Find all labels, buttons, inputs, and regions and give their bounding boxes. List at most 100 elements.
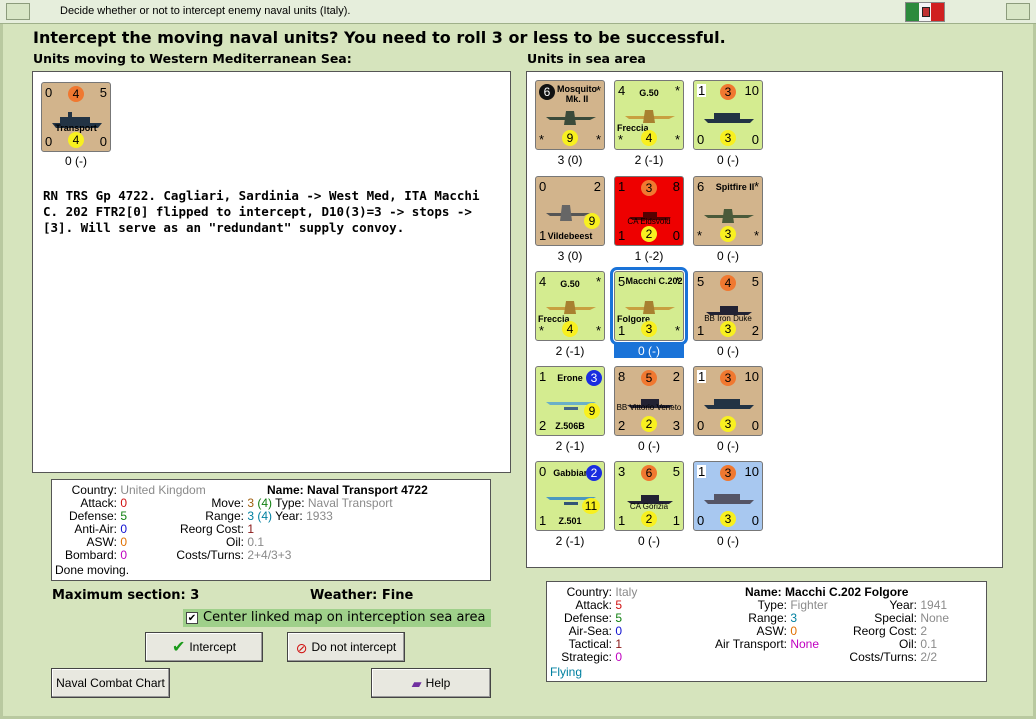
counter-tl: 1 — [697, 83, 707, 98]
counter-caption: 0 (-) — [717, 439, 739, 453]
counter-tl: 1 — [697, 369, 707, 384]
counter-br: * — [674, 132, 680, 147]
minimize-button[interactable] — [1006, 3, 1030, 20]
unit-counter-vildebeest[interactable]: 0 2 9 1 Vildebeest — [535, 176, 605, 246]
info-range-paren: (4) — [257, 509, 273, 523]
unit-counter-mosquito[interactable]: 6 Mosquito Mk. II * * 9 * — [535, 80, 605, 150]
counter-caption: 3 (0) — [557, 249, 583, 263]
info-label: Air Transport: — [714, 637, 787, 651]
center-map-checkbox[interactable]: ✔ — [186, 612, 198, 624]
help-button-label: Help — [425, 676, 451, 690]
info-attack: 5 — [615, 598, 623, 612]
counter-caption-selected: 0 (-) — [614, 344, 684, 358]
info-country: United Kingdom — [120, 483, 206, 497]
info-unit-name: Macchi C.202 Folgore — [785, 585, 909, 599]
counter-br: * — [595, 132, 601, 147]
counter-tl: 1 — [697, 464, 707, 479]
info-oil: 0.1 — [920, 637, 938, 651]
unit-counter-iron-duke[interactable]: 5 4 5 BB Iron Duke 1 3 2 — [693, 271, 763, 341]
counter-top-value: 3 — [720, 84, 736, 100]
transport-counter[interactable]: 0 4 5 Transport 0 4 0 — [41, 82, 111, 152]
info-type: Fighter — [790, 598, 828, 612]
unit-counter-convoy-2[interactable]: 1 3 10 0 3 0 — [693, 366, 763, 436]
unit-counter-g50-2[interactable]: 4 G.50 * Freccia * 4 * — [535, 271, 605, 341]
counter-caption: 2 (-1) — [555, 439, 585, 453]
counter-tr: * — [674, 83, 680, 98]
counter-bottom-value: 9 — [562, 130, 578, 146]
info-label: Type: — [275, 496, 305, 510]
italy-flag-icon — [905, 2, 945, 22]
counter-br: 0 — [672, 228, 680, 243]
counter-bl: 0 — [697, 132, 705, 147]
info-year: 1941 — [920, 598, 948, 612]
info-range: 3 — [790, 611, 798, 625]
center-map-option[interactable]: ✔ Center linked map on interception sea … — [183, 609, 491, 627]
counter-bl: 1 — [697, 323, 705, 338]
counter-bl: 0 — [697, 513, 705, 528]
counter-br: 0 — [751, 418, 759, 433]
counter-mid-value: 9 — [584, 403, 600, 419]
counter-bl: * — [539, 132, 545, 147]
help-button[interactable]: ▰ Help — [371, 668, 491, 698]
checkmark-icon: ✔ — [171, 638, 186, 656]
info-attack: 0 — [120, 496, 128, 510]
counter-bottom-value: 4 — [641, 130, 657, 146]
info-year: 1933 — [306, 509, 333, 523]
counter-bottom-value: 3 — [720, 511, 736, 527]
counter-tr: * — [595, 83, 601, 98]
counter-mid-value: 9 — [584, 213, 600, 229]
counter-tr: 2 — [672, 369, 680, 384]
counter-caption: 0 (-) — [638, 439, 660, 453]
unit-counter-convoy-3[interactable]: 1 3 10 0 3 0 — [693, 461, 763, 531]
info-antiair: 0 — [120, 522, 128, 536]
page-title: Intercept the moving naval units? You ne… — [33, 28, 726, 47]
counter-caption: 2 (-1) — [555, 534, 585, 548]
info-defense: 5 — [615, 611, 623, 625]
info-asw: 0 — [790, 624, 798, 638]
counter-bl: 0 — [697, 418, 705, 433]
counter-bottom-value: 2 — [641, 511, 657, 527]
info-status: Flying — [550, 665, 583, 679]
counter-unit-name: Vildebeest — [547, 231, 593, 241]
info-bombard: 0 — [120, 548, 128, 562]
do-not-intercept-button-label: Do not intercept — [311, 640, 397, 654]
info-type: Naval Transport — [307, 496, 393, 510]
counter-bottom-value: 2 — [641, 416, 657, 432]
counter-tr: 10 — [744, 464, 759, 479]
counter-unit-subname: Z.506B — [555, 421, 585, 431]
counter-top-value: 3 — [720, 370, 736, 386]
counter-top-value: 6 — [641, 465, 657, 481]
counter-top-value: 4 — [68, 86, 84, 102]
unit-counter-gorizia[interactable]: 3 6 5 CA Gorizia 1 2 1 — [614, 461, 684, 531]
do-not-intercept-button[interactable]: ⊘ Do not intercept — [287, 632, 405, 662]
unit-counter-convoy-1[interactable]: 1 3 10 0 3 0 — [693, 80, 763, 150]
unit-counter-gabbiano[interactable]: 0 Gabbiano 2 11 1 Z.501 — [535, 461, 605, 531]
counter-caption: 0 (-) — [65, 154, 87, 168]
unit-counter-eidsvold[interactable]: 1 3 8 CA Eidsvold 1 2 0 — [614, 176, 684, 246]
counter-tr: 10 — [744, 369, 759, 384]
counter-br: * — [674, 323, 680, 338]
unit-counter-erone[interactable]: 1 Erone 3 9 2 Z.506B — [535, 366, 605, 436]
naval-combat-chart-button[interactable]: Naval Combat Chart — [51, 668, 170, 698]
system-menu-icon[interactable] — [6, 3, 30, 20]
counter-mid-value: 11 — [582, 498, 600, 514]
selected-unit-info-box: Country: Italy Attack: 5 Defense: 5 Air-… — [546, 581, 987, 682]
unit-counter-spitfire[interactable]: 6 Spitfire II * * 3 * — [693, 176, 763, 246]
counter-bottom-value: 2 — [641, 226, 657, 242]
counter-tr: 5 — [672, 464, 680, 479]
info-label: Bombard: — [64, 548, 117, 562]
right-section-title: Units in sea area — [527, 51, 646, 66]
counter-unit-subname: Z.501 — [558, 516, 582, 526]
aircraft-icon — [546, 111, 596, 125]
counter-tl: 0 — [539, 179, 547, 194]
center-map-label: Center linked map on interception sea ar… — [203, 610, 486, 625]
unit-counter-g50[interactable]: 4 G.50 * Freccia * 4 * — [614, 80, 684, 150]
info-label: Costs/Turns: — [849, 650, 917, 664]
unit-counter-macchi-selected[interactable]: 5 Macchi C.202 * Folgore 1 3 * — [610, 267, 688, 345]
intercept-button[interactable]: ✔ Intercept — [145, 632, 263, 662]
counter-caption: 3 (0) — [557, 153, 583, 167]
naval-combat-chart-label: Naval Combat Chart — [56, 676, 165, 690]
unit-counter-vittorio-veneto[interactable]: 8 5 2 BB Vittorio Veneto 2 2 3 — [614, 366, 684, 436]
counter-tl: 5 — [697, 274, 705, 289]
info-country: Italy — [615, 585, 638, 599]
